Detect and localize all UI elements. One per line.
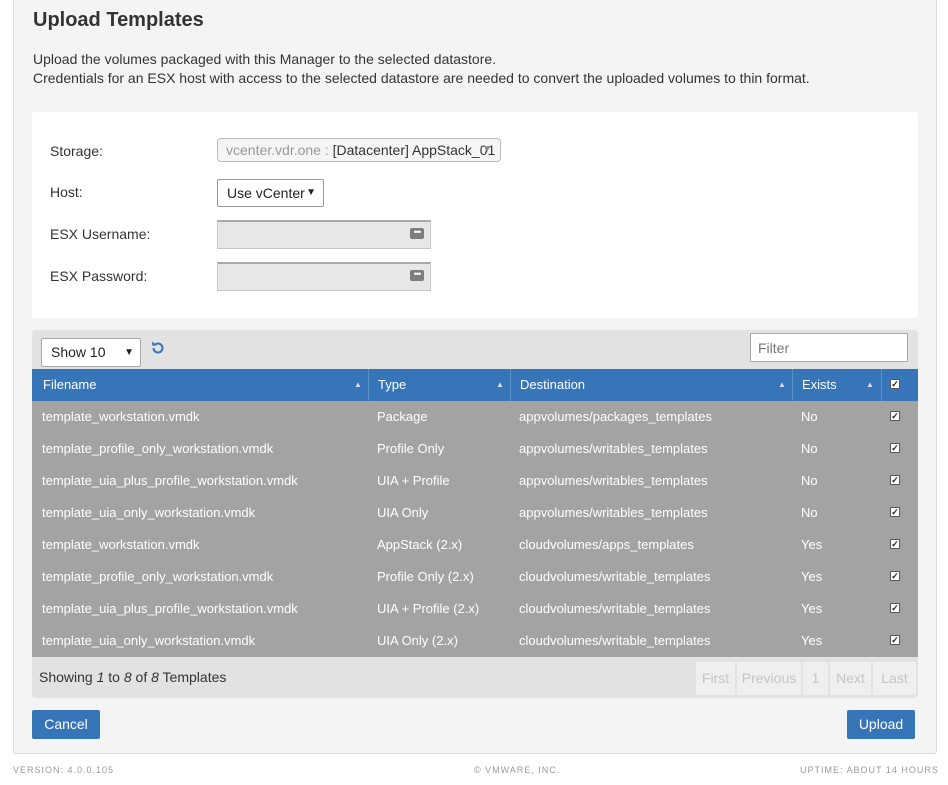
row-checkbox[interactable]: ✓	[890, 507, 900, 517]
cancel-button[interactable]: Cancel	[32, 710, 100, 739]
page-title: Upload Templates	[33, 9, 204, 31]
sort-asc-icon: ▲	[778, 380, 786, 389]
chevron-down-icon: ▼	[124, 347, 134, 358]
cell-type: Profile Only (2.x)	[377, 569, 474, 584]
table-row: template_uia_plus_profile_workstation.vm…	[32, 593, 918, 625]
description-line-2: Credentials for an ESX host with access …	[33, 70, 810, 86]
upload-button[interactable]: Upload	[847, 710, 915, 739]
pager-last-button[interactable]: Last	[873, 662, 917, 695]
cell-exists: No	[801, 441, 818, 456]
select-all-checkbox[interactable]: ✓	[890, 379, 900, 389]
column-header-type[interactable]: Type	[378, 369, 498, 401]
table-row: template_uia_plus_profile_workstation.vm…	[32, 465, 918, 497]
refresh-icon[interactable]	[150, 340, 166, 356]
table-row: template_uia_only_workstation.vmdk UIA O…	[32, 625, 918, 657]
page-size-value: Show 10	[51, 344, 106, 360]
esx-username-label: ESX Username:	[50, 226, 151, 242]
row-checkbox[interactable]: ✓	[890, 475, 900, 485]
templates-table-wrapper: Show 10 ▼ Filename ▲ Type ▲ Destination …	[32, 330, 918, 698]
pager-first-button[interactable]: First	[696, 662, 736, 695]
cell-destination: cloudvolumes/apps_templates	[519, 537, 694, 552]
row-checkbox[interactable]: ✓	[890, 571, 900, 581]
cell-filename: template_uia_plus_profile_workstation.vm…	[42, 473, 298, 488]
row-checkbox[interactable]: ✓	[890, 635, 900, 645]
cell-filename: template_uia_only_workstation.vmdk	[42, 505, 256, 520]
cell-type: Package	[377, 409, 428, 424]
sort-asc-icon: ▲	[496, 380, 504, 389]
table-row: template_profile_only_workstation.vmdk P…	[32, 561, 918, 593]
storage-value: [Datacenter] AppStack_01	[332, 142, 496, 158]
table-row: template_workstation.vmdk Package appvol…	[32, 401, 918, 433]
sort-asc-icon: ▲	[866, 380, 874, 389]
cell-destination: appvolumes/writables_templates	[519, 441, 708, 456]
esx-password-field[interactable]: •••	[217, 262, 431, 291]
storage-host: vcenter.vdr.one :	[226, 142, 329, 158]
storage-select[interactable]: vcenter.vdr.one : [Datacenter] AppStack_…	[217, 138, 501, 162]
cell-filename: template_workstation.vmdk	[42, 537, 200, 552]
cell-type: UIA Only	[377, 505, 429, 520]
pager-previous-button[interactable]: Previous	[737, 662, 802, 695]
cell-destination: cloudvolumes/writable_templates	[519, 633, 711, 648]
sort-asc-icon: ▲	[354, 380, 362, 389]
cell-filename: template_workstation.vmdk	[42, 409, 200, 424]
cell-exists: Yes	[801, 537, 823, 552]
cell-filename: template_profile_only_workstation.vmdk	[42, 441, 274, 456]
row-checkbox[interactable]: ✓	[890, 443, 900, 453]
table-row: template_profile_only_workstation.vmdk P…	[32, 433, 918, 465]
cell-exists: Yes	[801, 601, 823, 616]
cell-destination: appvolumes/writables_templates	[519, 505, 708, 520]
cell-destination: cloudvolumes/writable_templates	[519, 569, 711, 584]
esx-username-field[interactable]: •••	[217, 220, 431, 249]
storage-label: Storage:	[50, 143, 103, 159]
cell-type: Profile Only	[377, 441, 445, 456]
uptime-text: UPTIME: ABOUT 14 HOURS	[800, 765, 939, 775]
row-checkbox[interactable]: ✓	[890, 411, 900, 421]
cell-filename: template_profile_only_workstation.vmdk	[42, 569, 274, 584]
cell-type: UIA Only (2.x)	[377, 633, 458, 648]
cell-destination: cloudvolumes/writable_templates	[519, 601, 711, 616]
cell-exists: No	[801, 505, 818, 520]
cell-exists: No	[801, 473, 818, 488]
table-row: template_workstation.vmdk AppStack (2.x)…	[32, 529, 918, 561]
host-select[interactable]: Use vCenter ▼	[217, 179, 324, 207]
cell-exists: No	[801, 409, 818, 424]
showing-summary: Showing 1 to 8 of 8 Templates	[39, 669, 227, 685]
key-icon[interactable]: •••	[410, 228, 424, 239]
cell-type: AppStack (2.x)	[377, 537, 463, 552]
table-header: Filename ▲ Type ▲ Destination ▲ Exists ▲…	[32, 369, 918, 401]
cell-type: UIA + Profile	[377, 473, 450, 488]
pager-page-1-button[interactable]: 1	[803, 662, 829, 695]
esx-password-label: ESX Password:	[50, 268, 148, 284]
cell-filename: template_uia_only_workstation.vmdk	[42, 633, 256, 648]
table-footer: Showing 1 to 8 of 8 Templates First Prev…	[32, 657, 918, 698]
page-size-select[interactable]: Show 10 ▼	[41, 338, 141, 367]
host-value: Use vCenter	[227, 185, 305, 201]
description-line-1: Upload the volumes packaged with this Ma…	[33, 51, 497, 67]
version-text: VERSION: 4.0.0.105	[13, 765, 115, 775]
chevron-down-icon: ▼	[306, 187, 316, 198]
column-header-destination[interactable]: Destination	[520, 369, 770, 401]
key-icon[interactable]: •••	[410, 270, 424, 281]
chevron-down-icon: ▼	[482, 144, 492, 155]
cell-exists: Yes	[801, 633, 823, 648]
row-checkbox[interactable]: ✓	[890, 603, 900, 613]
pager-next-button[interactable]: Next	[830, 662, 872, 695]
table-row: template_uia_only_workstation.vmdk UIA O…	[32, 497, 918, 529]
copyright-text: © VMWARE, INC.	[474, 765, 561, 775]
cell-destination: appvolumes/writables_templates	[519, 473, 708, 488]
cell-type: UIA + Profile (2.x)	[377, 601, 480, 616]
cell-exists: Yes	[801, 569, 823, 584]
filter-input[interactable]	[750, 333, 908, 362]
cell-filename: template_uia_plus_profile_workstation.vm…	[42, 601, 298, 616]
host-label: Host:	[50, 184, 83, 200]
upload-form: Storage: vcenter.vdr.one : [Datacenter] …	[32, 112, 918, 318]
column-header-filename[interactable]: Filename	[43, 369, 363, 401]
row-checkbox[interactable]: ✓	[890, 539, 900, 549]
table-body: template_workstation.vmdk Package appvol…	[32, 401, 918, 657]
page-description: Upload the volumes packaged with this Ma…	[33, 50, 810, 88]
cell-destination: appvolumes/packages_templates	[519, 409, 712, 424]
upload-templates-panel: Upload Templates Upload the volumes pack…	[13, 0, 937, 754]
column-header-exists[interactable]: Exists	[802, 369, 862, 401]
